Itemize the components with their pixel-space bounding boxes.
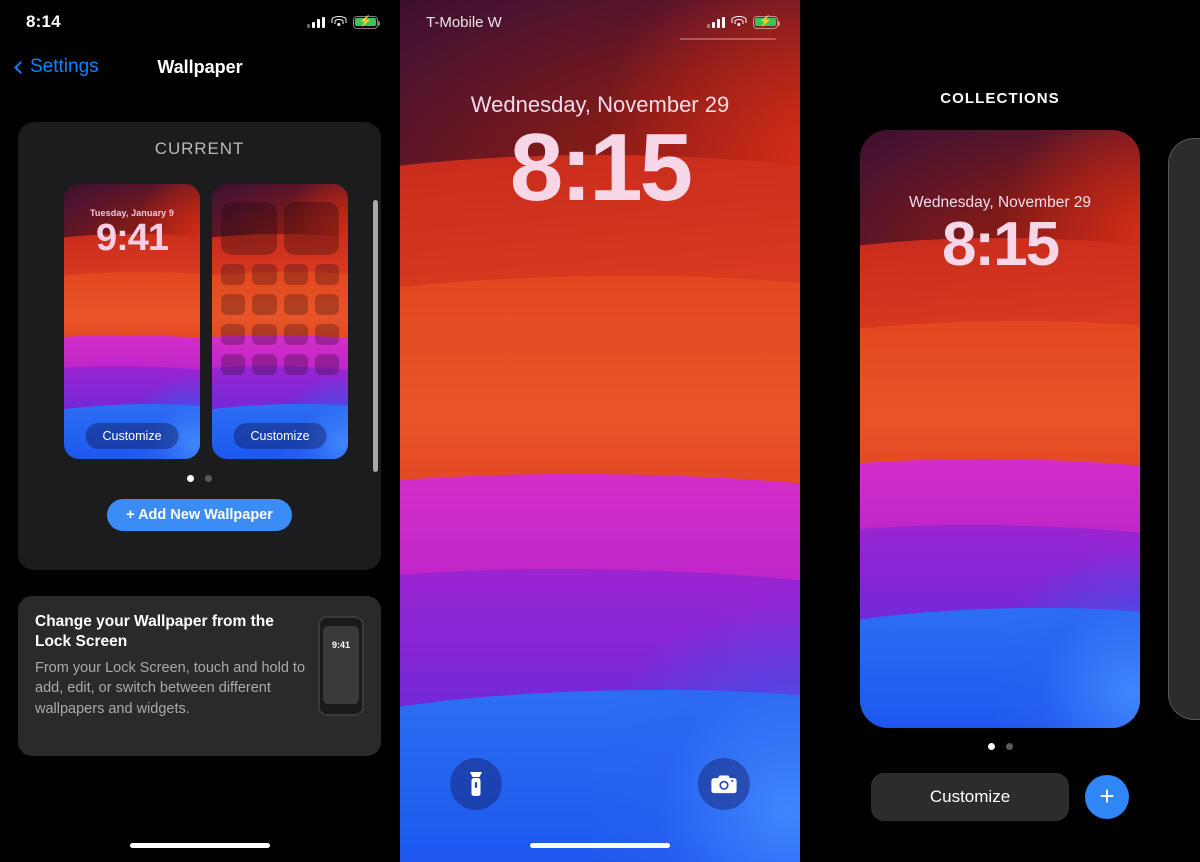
collection-actions: Customize + <box>800 773 1200 821</box>
status-underline <box>680 38 776 40</box>
collection-dot-1[interactable] <box>987 743 995 750</box>
add-new-wallpaper-button[interactable]: + Add New Wallpaper <box>107 499 292 531</box>
settings-wallpaper-panel: 8:14 ⚡ Settings Wallpaper CURRENT Tuesda… <box>0 0 400 862</box>
current-wallpaper-card: CURRENT Tuesday, January 9 9:41 Customiz… <box>18 122 381 570</box>
three-panel-screenshot: 8:14 ⚡ Settings Wallpaper CURRENT Tuesda… <box>0 0 1200 862</box>
collection-next-card[interactable] <box>1168 138 1200 720</box>
home-indicator <box>130 843 270 848</box>
camera-button[interactable] <box>698 758 750 810</box>
mini-phone-illustration: 9:41 <box>318 616 364 716</box>
battery-charging-icon: ⚡ <box>353 15 381 29</box>
wifi-icon <box>331 16 347 28</box>
current-section-title: CURRENT <box>154 139 245 158</box>
preview-time: 9:41 <box>95 217 169 259</box>
back-button[interactable]: Settings <box>14 56 99 78</box>
collections-title: COLLECTIONS <box>940 90 1060 107</box>
wifi-icon <box>731 16 747 28</box>
signal-bars-icon <box>307 16 325 28</box>
status-bar-indicators: ⚡ <box>307 15 381 29</box>
lock-status-indicators: ⚡ <box>707 15 781 29</box>
add-wallpaper-button[interactable]: + <box>1085 775 1129 819</box>
back-button-label: Settings <box>30 56 99 77</box>
page-dot-1[interactable] <box>187 475 194 482</box>
wallpaper-page-dots <box>18 459 381 482</box>
wallpaper-collections-panel: COLLECTIONS Wednesday, November 29 8:15 … <box>800 0 1200 862</box>
home-screen-icon-grid <box>221 202 339 375</box>
horizontal-scroll-indicator[interactable] <box>373 200 378 472</box>
signal-bars-icon <box>707 16 725 28</box>
status-bar: 8:14 ⚡ <box>0 0 400 44</box>
carrier-label: T-Mobile W <box>426 13 502 31</box>
tip-heading: Change your Wallpaper from the Lock Scre… <box>35 613 274 650</box>
collection-page-dots <box>800 743 1200 750</box>
home-indicator <box>530 843 670 848</box>
home-screen-preview[interactable]: Customize <box>212 184 348 459</box>
collection-dot-2[interactable] <box>1005 743 1013 750</box>
collection-card-time: 8:15 <box>941 210 1060 279</box>
tip-body: From your Lock Screen, touch and hold to… <box>35 659 306 717</box>
customize-lock-button[interactable]: Customize <box>85 423 179 449</box>
page-dot-2[interactable] <box>205 475 212 482</box>
mini-phone-time: 9:41 <box>331 640 350 650</box>
navigation-bar: Settings Wallpaper <box>0 44 400 90</box>
flashlight-icon <box>470 772 482 796</box>
wallpaper-thumbnails: Tuesday, January 9 9:41 Customize Custom… <box>18 159 381 459</box>
camera-icon <box>711 775 737 794</box>
chevron-left-icon <box>14 60 27 74</box>
customize-home-button[interactable]: Customize <box>233 423 327 449</box>
lock-time: 8:15 <box>509 114 693 221</box>
lock-screen-preview[interactable]: Tuesday, January 9 9:41 Customize <box>64 184 200 459</box>
battery-charging-icon: ⚡ <box>753 15 781 29</box>
status-bar-time: 8:14 <box>26 12 61 31</box>
flashlight-button[interactable] <box>450 758 502 810</box>
lock-screen-panel: T-Mobile W ⚡ Wednesday, November 29 8:15 <box>400 0 800 862</box>
customize-button[interactable]: Customize <box>871 773 1069 821</box>
lock-screen-tip-card: Change your Wallpaper from the Lock Scre… <box>18 596 381 756</box>
collection-wallpaper-card[interactable]: Wednesday, November 29 8:15 <box>860 130 1140 728</box>
plus-icon: + <box>1099 780 1115 811</box>
